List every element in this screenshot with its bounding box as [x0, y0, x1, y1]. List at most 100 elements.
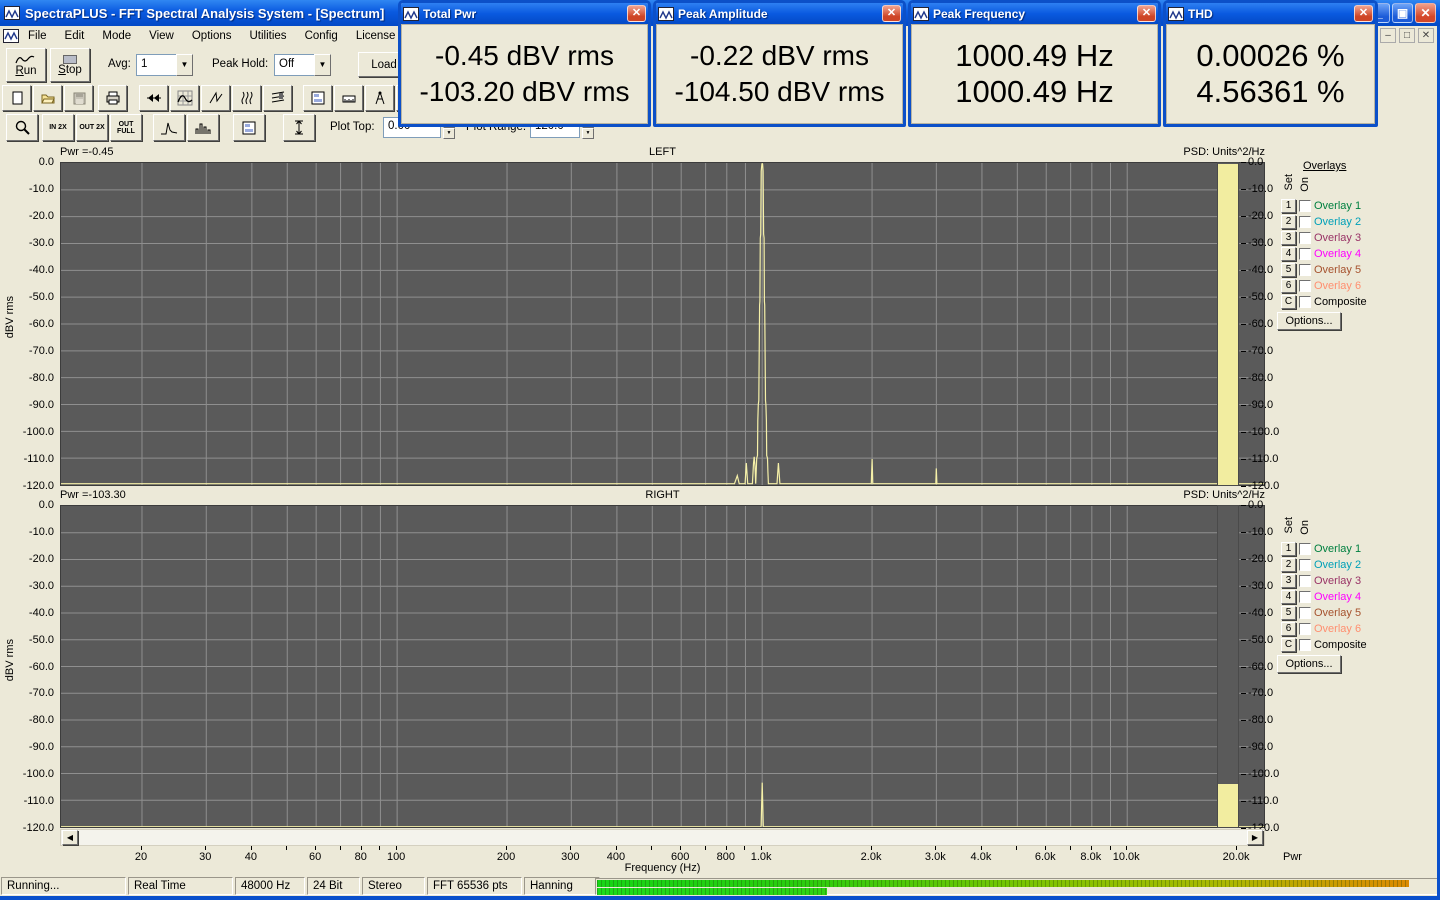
run-button[interactable]: Run [6, 48, 46, 82]
overlay-set-button[interactable]: 5 [1281, 605, 1296, 620]
overlay-set-button[interactable]: 4 [1281, 589, 1296, 604]
overlay-on-checkbox[interactable] [1299, 622, 1311, 635]
open-file-button[interactable] [33, 85, 62, 111]
spectrum-plot-right[interactable] [60, 505, 1266, 829]
overlay-on-checkbox[interactable] [1299, 279, 1311, 292]
psd-units-label-right: PSD: Units^2/Hz [1183, 489, 1265, 501]
overlay-on-checkbox[interactable] [1299, 215, 1311, 228]
zoom-tool-button[interactable] [6, 114, 38, 141]
overlay-on-checkbox[interactable] [1299, 263, 1311, 276]
peak-hold-label: Peak Hold: [212, 58, 269, 70]
overlay-set-button[interactable]: 5 [1281, 262, 1296, 277]
overlay-on-checkbox[interactable] [1299, 247, 1311, 260]
y-axis-tick-label: -120.0 [22, 480, 54, 492]
menu-options[interactable]: Options [183, 28, 241, 44]
overlay-on-checkbox[interactable] [1299, 231, 1311, 244]
menu-utilities[interactable]: Utilities [241, 28, 296, 44]
menu-mode[interactable]: Mode [93, 28, 140, 44]
close-icon[interactable]: ✕ [627, 5, 646, 22]
overlay-on-checkbox[interactable] [1299, 574, 1311, 587]
overlay-row-right-5: 5 Overlay 5 [1281, 605, 1361, 620]
time-series-button[interactable] [201, 85, 230, 111]
overlay-set-button[interactable]: 2 [1281, 557, 1296, 572]
overlay-set-button[interactable]: 2 [1281, 214, 1296, 229]
overlay-set-button[interactable]: 6 [1281, 278, 1296, 293]
vertical-range-button[interactable] [283, 114, 315, 141]
spin-down-icon[interactable]: ▼ [443, 128, 455, 139]
bar-tick [1241, 612, 1246, 614]
x-axis-tick [704, 846, 706, 850]
scale-button[interactable] [334, 85, 363, 111]
overlay-on-checkbox[interactable] [1299, 638, 1311, 651]
overlay-on-checkbox[interactable] [1299, 199, 1311, 212]
overlay-set-button[interactable]: 1 [1281, 541, 1296, 556]
menu-edit[interactable]: Edit [56, 28, 94, 44]
overlay-on-checkbox[interactable] [1299, 558, 1311, 571]
display-options-button[interactable] [233, 114, 265, 141]
close-icon[interactable]: ✕ [1137, 5, 1156, 22]
thd-titlebar[interactable]: THD ✕ [1166, 3, 1375, 24]
menu-view[interactable]: View [140, 28, 183, 44]
save-button[interactable] [64, 85, 93, 111]
y-axis-tick-label: -10.0 [28, 183, 54, 195]
close-icon[interactable]: ✕ [1354, 5, 1373, 22]
mdi-restore-button[interactable]: □ [1399, 28, 1415, 43]
meter-value-right: -104.50 dBV rms [674, 76, 885, 107]
scrollbar-right-arrow[interactable]: ▶ [1247, 830, 1263, 845]
menu-file[interactable]: File [19, 28, 56, 44]
overlay-row-left-6: 6 Overlay 6 [1281, 278, 1361, 293]
peak-frequency-titlebar[interactable]: Peak Frequency ✕ [911, 3, 1158, 24]
overlay-options-button-left[interactable]: Options... [1277, 312, 1341, 330]
overlay-options-button-right[interactable]: Options... [1277, 655, 1341, 673]
close-icon[interactable]: ✕ [882, 5, 901, 22]
overlay-on-checkbox[interactable] [1299, 295, 1311, 308]
overlay-set-button[interactable]: C [1281, 637, 1296, 652]
overlay-set-button[interactable]: 3 [1281, 230, 1296, 245]
spin-down-icon[interactable]: ▼ [582, 128, 594, 139]
avg-combo[interactable]: 1 ▼ [136, 54, 193, 76]
meters-window-button[interactable] [303, 85, 332, 111]
overlay-set-button[interactable]: 3 [1281, 573, 1296, 588]
meter-title: THD [1188, 6, 1213, 21]
zoom-out-2x-button[interactable]: OUT 2X [76, 114, 108, 141]
bar-tick-label: -60.0 [1248, 660, 1274, 673]
mdi-minimize-button[interactable]: – [1380, 28, 1396, 43]
calipers-button[interactable] [365, 85, 394, 111]
peak-hold-combo[interactable]: Off ▼ [274, 54, 331, 76]
waterfall-button[interactable] [232, 85, 261, 111]
total-pwr-titlebar[interactable]: Total Pwr ✕ [401, 3, 648, 24]
x-axis-tick [725, 846, 727, 850]
bar-tick [1241, 505, 1246, 506]
zoom-out-full-button[interactable]: OUT FULL [110, 114, 142, 141]
close-button[interactable]: ✕ [1415, 3, 1436, 23]
spectrum-plot-left[interactable] [60, 162, 1266, 487]
bar-tick [1241, 639, 1246, 641]
total-pwr-window: Total Pwr ✕ -0.45 dBV rms -103.20 dBV rm… [398, 0, 651, 127]
overlay-set-button[interactable]: 4 [1281, 246, 1296, 261]
overlay-set-button[interactable]: 1 [1281, 198, 1296, 213]
spectrum-view-button[interactable] [170, 85, 199, 111]
waveform-icon [913, 6, 929, 21]
line-plot-button[interactable] [153, 114, 185, 141]
overlay-set-button[interactable]: C [1281, 294, 1296, 309]
menu-config[interactable]: Config [296, 28, 347, 44]
x-axis-tick [980, 846, 982, 850]
overlay-on-checkbox[interactable] [1299, 590, 1311, 603]
zoom-in-2x-button[interactable]: IN 2X [42, 114, 74, 141]
spectrogram-button[interactable] [263, 85, 292, 111]
overlay-set-button[interactable]: 6 [1281, 621, 1296, 636]
scrollbar-left-arrow[interactable]: ◀ [62, 830, 78, 845]
overlay-on-checkbox[interactable] [1299, 606, 1311, 619]
freq-scrollbar[interactable] [60, 829, 1265, 846]
restore-button[interactable]: ▣ [1392, 3, 1413, 23]
overlay-on-checkbox[interactable] [1299, 542, 1311, 555]
mdi-close-button[interactable]: ✕ [1418, 28, 1434, 43]
peak-amplitude-titlebar[interactable]: Peak Amplitude ✕ [656, 3, 903, 24]
bar-plot-button[interactable] [187, 114, 219, 141]
playback-button[interactable] [139, 85, 168, 111]
stop-button[interactable]: Stop [50, 48, 90, 82]
print-button[interactable] [98, 85, 127, 111]
bar-tick-label: -50.0 [1248, 633, 1274, 646]
new-file-button[interactable] [2, 85, 31, 111]
menu-license[interactable]: License [347, 28, 405, 44]
